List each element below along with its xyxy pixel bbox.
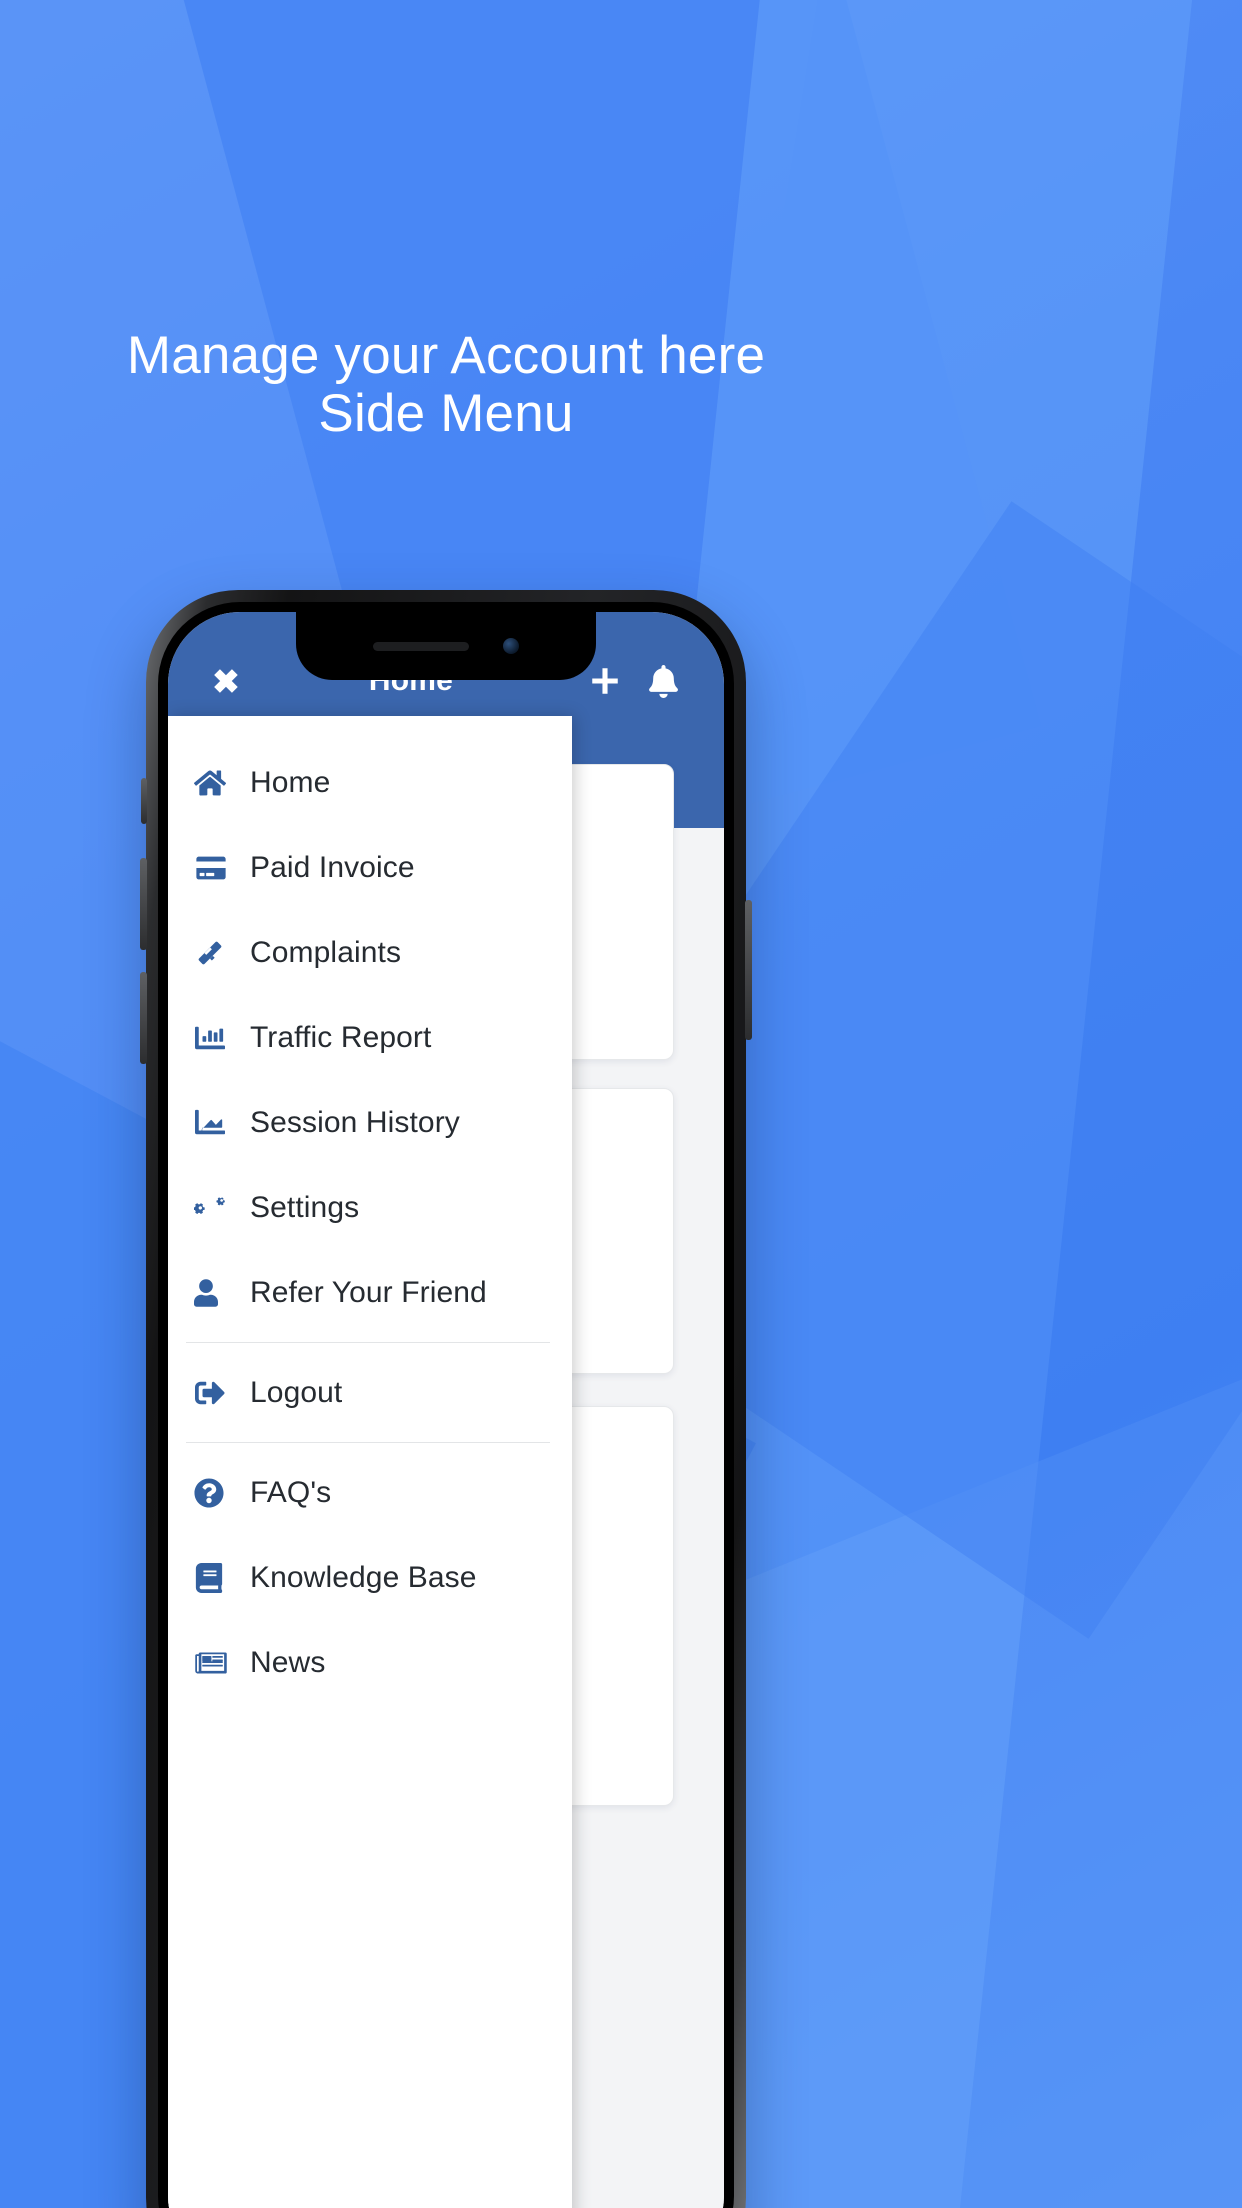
close-icon[interactable]: ✖: [200, 665, 252, 698]
bar-chart-icon: [194, 1023, 240, 1053]
sidebar-item-complaints[interactable]: Complaints: [168, 910, 572, 995]
earpiece-speaker-icon: [373, 641, 469, 651]
sidebar-item-settings[interactable]: Settings: [168, 1165, 572, 1250]
sidebar-item-label: Complaints: [250, 935, 402, 969]
sidebar-item-traffic-report[interactable]: Traffic Report: [168, 995, 572, 1080]
headline-line-1: Manage your Account here: [126, 326, 766, 385]
sidebar-item-label: Paid Invoice: [250, 850, 415, 884]
credit-card-icon: [194, 855, 240, 881]
user-icon: [194, 1278, 240, 1308]
phone-bezel: 0 Wallet Amount Subscription 2196 Days L…: [158, 602, 734, 2208]
cogs-icon: [194, 1193, 240, 1223]
promo-headline: Manage your Account here Side Menu: [0, 327, 892, 443]
sidebar-item-paid-invoice[interactable]: Paid Invoice: [168, 825, 572, 910]
sidebar-item-label: Logout: [250, 1375, 343, 1409]
front-camera-icon: [503, 638, 519, 654]
home-icon: [194, 768, 240, 798]
sidebar-item-label: Settings: [250, 1190, 360, 1224]
sidebar-item-label: Knowledge Base: [250, 1560, 477, 1594]
side-menu-drawer: Home Paid Invoice Complaints Traffic Rep…: [168, 716, 572, 2208]
question-circle-icon: [194, 1477, 240, 1508]
sidebar-item-session-history[interactable]: Session History: [168, 1080, 572, 1165]
sidebar-item-label: Home: [250, 765, 331, 799]
phone-mute-switch: [141, 778, 147, 824]
phone-screen: 0 Wallet Amount Subscription 2196 Days L…: [168, 612, 724, 2208]
sidebar-item-label: Refer Your Friend: [250, 1275, 487, 1309]
menu-divider: [186, 1442, 550, 1443]
sidebar-item-label: Traffic Report: [250, 1020, 432, 1054]
ticket-icon: [194, 938, 240, 968]
sign-out-icon: [194, 1378, 240, 1408]
newspaper-icon: [194, 1649, 240, 1677]
sidebar-item-logout[interactable]: Logout: [168, 1350, 572, 1435]
sidebar-item-label: News: [250, 1645, 326, 1679]
phone-mockup: 0 Wallet Amount Subscription 2196 Days L…: [140, 590, 752, 2208]
sidebar-item-home[interactable]: Home: [168, 740, 572, 825]
sidebar-item-refer-your-friend[interactable]: Refer Your Friend: [168, 1250, 572, 1335]
book-icon: [194, 1562, 240, 1593]
phone-notch: [296, 612, 596, 680]
phone-volume-down-button: [140, 972, 147, 1064]
sidebar-item-knowledge-base[interactable]: Knowledge Base: [168, 1535, 572, 1620]
bell-icon[interactable]: [634, 665, 692, 698]
sidebar-item-label: FAQ's: [250, 1475, 332, 1509]
phone-volume-up-button: [140, 858, 147, 950]
sidebar-item-news[interactable]: News: [168, 1620, 572, 1705]
area-chart-icon: [194, 1108, 240, 1138]
menu-divider: [186, 1342, 550, 1343]
sidebar-item-faqs[interactable]: FAQ's: [168, 1450, 572, 1535]
sidebar-item-label: Session History: [250, 1105, 460, 1139]
headline-line-2: Side Menu: [318, 384, 574, 443]
phone-power-button: [745, 900, 752, 1040]
